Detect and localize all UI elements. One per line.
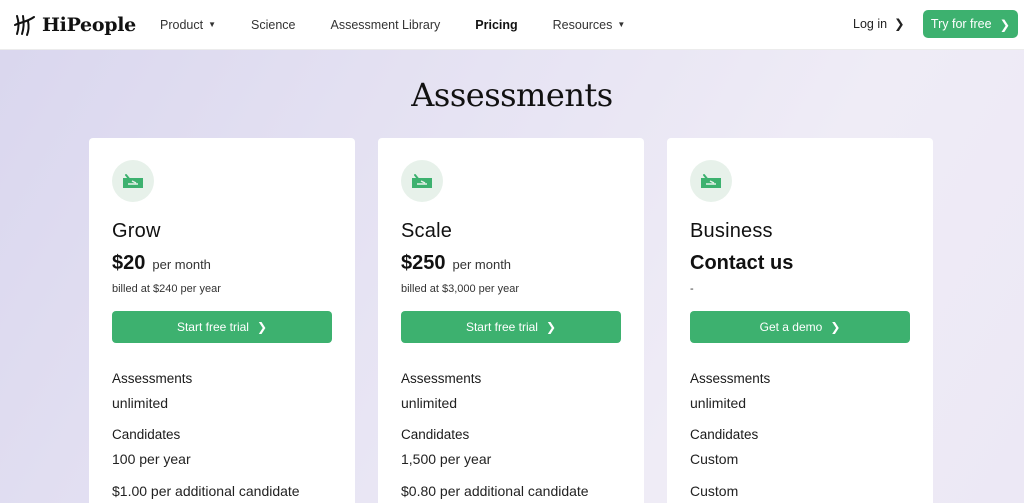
chevron-right-icon: ❯ [894, 17, 905, 31]
brand-logo[interactable]: HiPeople [14, 12, 136, 38]
nav-item-resources[interactable]: Resources ▼ [553, 18, 626, 32]
chevron-down-icon: ▼ [208, 19, 217, 29]
main-nav: Product ▼ Science Assessment Library Pri… [160, 0, 660, 50]
start-free-trial-button[interactable]: Start free trial ❯ [112, 311, 332, 343]
plan-name: Scale [401, 220, 453, 242]
assessments-label: Assessments [690, 371, 771, 386]
nav-item-label: Resources [552, 18, 613, 32]
top-navbar: HiPeople Product ▼ Science Assessment Li… [0, 0, 1024, 50]
plan-period: per month [452, 257, 512, 272]
plan-billing: billed at $240 per year [112, 283, 221, 295]
plan-card-scale: Scale $250 per month billed at $3,000 pe… [378, 138, 644, 503]
try-label: Try for free [930, 17, 992, 31]
chevron-right-icon: ❯ [256, 320, 268, 334]
cta-label: Get a demo [759, 320, 823, 334]
chevron-right-icon: ❯ [830, 320, 841, 334]
start-free-trial-button[interactable]: Start free trial ❯ [401, 311, 621, 343]
cheque-icon [123, 174, 143, 188]
assessments-label: Assessments [401, 371, 482, 386]
nav-item-label: Pricing [475, 18, 518, 32]
candidates-value: 1,500 per year [401, 451, 492, 467]
plan-card-grow: Grow $20 per month billed at $240 per ye… [89, 138, 355, 503]
candidates-value: 100 per year [112, 451, 191, 467]
candidates-label: Candidates [690, 427, 759, 442]
candidates-label: Candidates [112, 427, 181, 442]
plan-price: $20 [112, 252, 146, 274]
chevron-down-icon: ▼ [617, 19, 626, 29]
additional-candidate-price: $1.00 per additional candidate [112, 483, 300, 499]
plan-billing: billed at $3,000 per year [401, 283, 520, 295]
page-title: Assessments [411, 76, 613, 114]
assessments-value: unlimited [401, 395, 458, 411]
nav-item-assessment-library[interactable]: Assessment Library [331, 18, 441, 32]
assessments-label: Assessments [112, 371, 193, 386]
plan-price: $250 [401, 252, 446, 274]
cta-label: Start free trial [176, 320, 249, 334]
plan-icon-wrap [112, 160, 154, 202]
additional-candidate-price: Custom [690, 483, 739, 499]
plan-price: Contact us [690, 252, 794, 274]
cheque-icon [701, 174, 721, 188]
plan-name: Business [690, 220, 773, 242]
plan-card-business: Business Contact us - Get a demo ❯ Asses… [667, 138, 933, 503]
nav-item-science[interactable]: Science [251, 18, 295, 32]
chevron-right-icon: ❯ [999, 17, 1011, 32]
get-a-demo-button[interactable]: Get a demo ❯ [690, 311, 910, 343]
nav-item-label: Assessment Library [330, 18, 441, 32]
nav-item-pricing[interactable]: Pricing [475, 18, 517, 32]
price-row: $20 per month [112, 252, 332, 275]
plan-billing: - [690, 283, 694, 295]
price-row: $250 per month [401, 252, 621, 275]
plan-period: per month [152, 257, 211, 272]
assessments-value: unlimited [112, 395, 169, 411]
candidates-value: Custom [690, 451, 739, 467]
additional-candidate-price: $0.80 per additional candidate [401, 483, 589, 499]
candidates-label: Candidates [401, 427, 470, 442]
assessments-value: unlimited [690, 395, 747, 411]
login-link[interactable]: Log in ❯ [853, 16, 905, 32]
nav-item-label: Product [160, 18, 204, 32]
nav-item-label: Science [251, 18, 296, 32]
cheque-icon [412, 174, 432, 188]
login-label: Log in [853, 16, 888, 31]
plan-name: Grow [112, 220, 161, 242]
chevron-right-icon: ❯ [545, 320, 557, 334]
try-for-free-button[interactable]: Try for free ❯ [923, 10, 1018, 38]
price-row: Contact us [690, 252, 910, 275]
hipeople-logo-icon [14, 15, 35, 36]
nav-item-product[interactable]: Product ▼ [160, 18, 216, 32]
plan-icon-wrap [690, 160, 732, 202]
plan-icon-wrap [401, 160, 443, 202]
cta-label: Start free trial [465, 320, 538, 334]
brand-name: HiPeople [42, 14, 136, 36]
